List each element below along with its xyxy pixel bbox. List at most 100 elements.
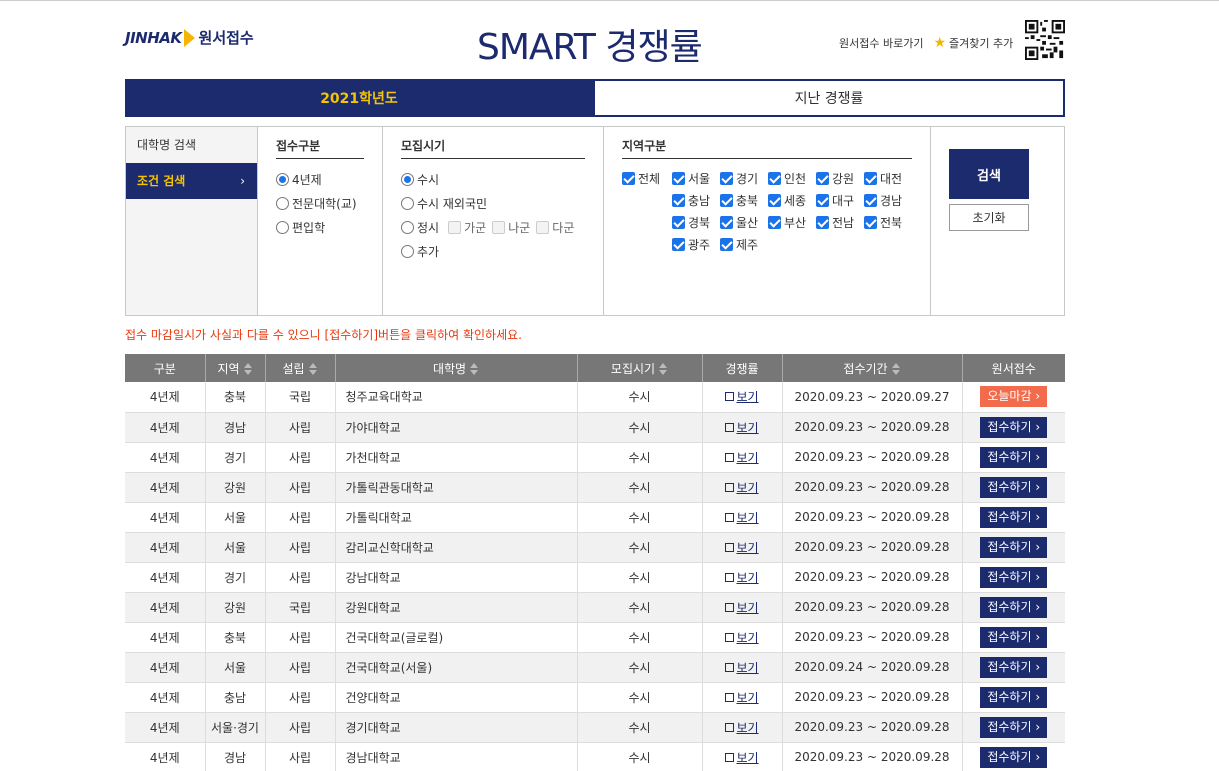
sort-icon[interactable] [891, 363, 901, 375]
view-rate-link[interactable]: 보기 [736, 601, 758, 615]
region-option[interactable]: 서울 [670, 167, 718, 189]
checkbox-icon[interactable] [768, 193, 781, 207]
header-dates[interactable]: 접수기간 [782, 354, 963, 382]
header-university[interactable]: 대학명 [335, 354, 578, 382]
checkbox-icon[interactable] [672, 171, 685, 185]
cell-apply: 접수하기 › [962, 472, 1065, 503]
checkbox-icon[interactable] [720, 171, 733, 185]
checkbox-na[interactable] [492, 220, 506, 234]
view-rate-link[interactable]: 보기 [736, 541, 758, 555]
region-option[interactable]: 충남 [670, 189, 718, 211]
radio-icon[interactable] [276, 196, 289, 210]
radio-icon[interactable] [401, 196, 414, 210]
checkbox-icon[interactable] [864, 171, 877, 185]
apply-button[interactable]: 접수하기 › [980, 506, 1048, 528]
period-option-susi[interactable]: 수시 [401, 167, 585, 191]
sort-icon[interactable] [243, 363, 253, 375]
sidebar-item-condition-search[interactable]: 조건 검색 › [126, 163, 257, 199]
checkbox-icon[interactable] [720, 215, 733, 229]
checkbox-icon[interactable] [816, 171, 829, 185]
type-option-transfer[interactable]: 편입학 [276, 215, 364, 239]
region-option[interactable]: 부산 [766, 211, 814, 233]
view-rate-link[interactable]: 보기 [736, 571, 758, 585]
checkbox-icon[interactable] [768, 215, 781, 229]
cell-period: 수시 [577, 562, 703, 593]
apply-button[interactable]: 접수하기 › [980, 716, 1048, 738]
period-option-additional[interactable]: 추가 [401, 239, 585, 263]
type-option-college[interactable]: 전문대학(교) [276, 191, 364, 215]
checkbox-icon[interactable] [672, 193, 685, 207]
view-rate-link[interactable]: 보기 [736, 691, 758, 705]
tab-past-rates[interactable]: 지난 경쟁률 [593, 79, 1065, 117]
checkbox-icon[interactable] [816, 215, 829, 229]
checkbox-icon[interactable] [864, 215, 877, 229]
region-option[interactable]: 전남 [814, 211, 862, 233]
radio-icon[interactable] [276, 172, 289, 186]
header-region[interactable]: 지역 [205, 354, 266, 382]
apply-button[interactable]: 접수하기 › [980, 686, 1048, 708]
sidebar-item-name-search[interactable]: 대학명 검색 [126, 127, 257, 163]
radio-icon[interactable] [401, 244, 414, 258]
region-option[interactable]: 인천 [766, 167, 814, 189]
region-option[interactable]: 세종 [766, 189, 814, 211]
checkbox-icon[interactable] [672, 237, 685, 251]
region-option[interactable]: 제주 [718, 233, 766, 255]
view-rate-link[interactable]: 보기 [736, 661, 758, 675]
checkbox-icon[interactable] [864, 193, 877, 207]
view-rate-link[interactable]: 보기 [736, 390, 758, 404]
apply-button[interactable]: 접수하기 › [980, 536, 1048, 558]
region-option-all[interactable]: 전체 [622, 167, 670, 189]
view-rate-link[interactable]: 보기 [736, 481, 758, 495]
apply-shortcut-link[interactable]: 원서접수 바로가기 [839, 35, 923, 51]
checkbox-icon[interactable] [672, 215, 685, 229]
checkbox-icon[interactable] [768, 171, 781, 185]
view-rate-link[interactable]: 보기 [736, 511, 758, 525]
apply-button[interactable]: 접수하기 › [980, 566, 1048, 588]
apply-button[interactable]: 접수하기 › [980, 656, 1048, 678]
checkbox-icon[interactable] [720, 193, 733, 207]
deadline-today-button[interactable]: 오늘마감 › [980, 386, 1048, 408]
view-rate-link[interactable]: 보기 [736, 721, 758, 735]
apply-button[interactable]: 접수하기 › [980, 626, 1048, 648]
radio-icon[interactable] [276, 220, 289, 234]
region-option[interactable]: 경북 [670, 211, 718, 233]
sort-icon[interactable] [470, 363, 479, 375]
period-option-jeongsi[interactable]: 정시 가군 나군 다군 [401, 215, 585, 239]
apply-button[interactable]: 접수하기 › [980, 476, 1048, 498]
sort-icon[interactable] [308, 363, 318, 375]
search-button[interactable]: 검색 [949, 149, 1029, 199]
checkbox-icon[interactable] [816, 193, 829, 207]
tab-2021[interactable]: 2021학년도 [125, 79, 593, 117]
view-rate-link[interactable]: 보기 [736, 631, 758, 645]
checkbox-icon[interactable] [720, 237, 733, 251]
region-option[interactable]: 충북 [718, 189, 766, 211]
radio-icon[interactable] [401, 172, 414, 186]
bookmark-link[interactable]: 즐겨찾기 추가 [949, 35, 1013, 51]
view-rate-link[interactable]: 보기 [736, 451, 758, 465]
region-option[interactable]: 울산 [718, 211, 766, 233]
logo[interactable]: JINHAK 원서접수 [125, 27, 254, 48]
region-option[interactable]: 경기 [718, 167, 766, 189]
apply-button[interactable]: 접수하기 › [980, 746, 1048, 768]
header-establishment[interactable]: 설립 [265, 354, 336, 382]
region-option[interactable]: 대구 [814, 189, 862, 211]
region-option[interactable]: 강원 [814, 167, 862, 189]
view-rate-link[interactable]: 보기 [736, 421, 758, 435]
checkbox-da[interactable] [536, 220, 550, 234]
apply-button[interactable]: 접수하기 › [980, 596, 1048, 618]
region-option[interactable]: 전북 [862, 211, 910, 233]
type-option-4year[interactable]: 4년제 [276, 167, 364, 191]
region-option[interactable]: 대전 [862, 167, 910, 189]
period-option-susi-overseas[interactable]: 수시 재외국민 [401, 191, 585, 215]
checkbox-icon[interactable] [622, 171, 635, 185]
reset-button[interactable]: 초기화 [949, 204, 1029, 231]
sort-icon[interactable] [659, 363, 668, 375]
apply-button[interactable]: 접수하기 › [980, 446, 1048, 468]
apply-button[interactable]: 접수하기 › [980, 416, 1048, 438]
view-rate-link[interactable]: 보기 [736, 751, 758, 765]
header-period[interactable]: 모집시기 [577, 354, 703, 382]
region-option[interactable]: 광주 [670, 233, 718, 255]
region-option[interactable]: 경남 [862, 189, 910, 211]
checkbox-ga[interactable] [448, 220, 462, 234]
radio-icon[interactable] [401, 220, 414, 234]
